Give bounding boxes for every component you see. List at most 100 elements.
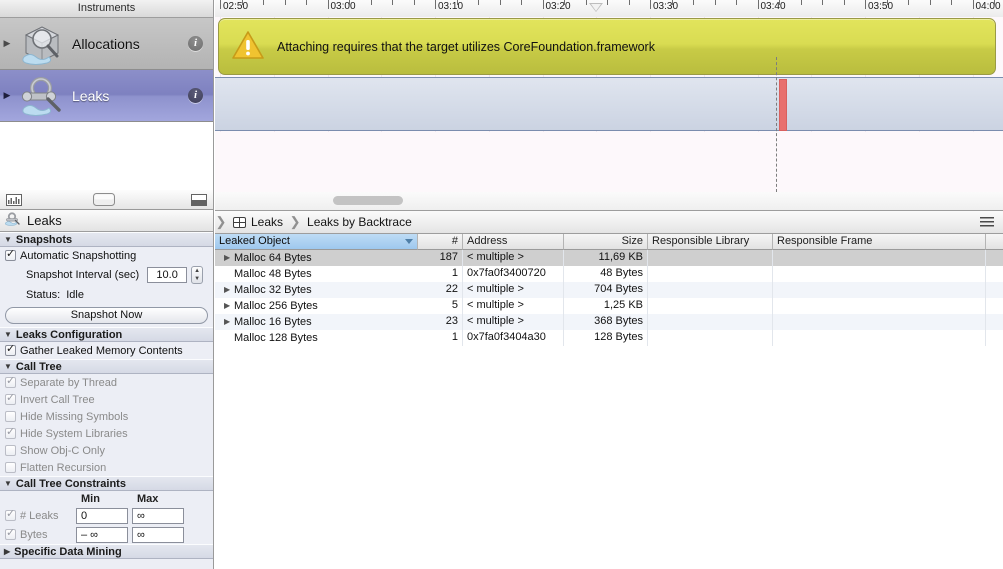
- timeline-scrollbar-thumb[interactable]: [333, 196, 403, 205]
- call-tree-option-invert-call-tree[interactable]: Invert Call Tree: [0, 391, 213, 408]
- row-disclosure-triangle-icon[interactable]: ▶: [224, 254, 234, 262]
- breadcrumb-item-leaks[interactable]: Leaks: [227, 211, 289, 233]
- call-tree-option-separate-by-thread[interactable]: Separate by Thread: [0, 374, 213, 391]
- table-row[interactable]: ▶ Malloc 16 Bytes 23 < multiple >368 Bytes: [215, 314, 1003, 330]
- row-disclosure-triangle-icon[interactable]: ▶: [224, 286, 234, 294]
- timeline-scrollbar[interactable]: [215, 192, 1003, 211]
- column-header-size[interactable]: Size: [564, 234, 648, 250]
- section-label: Specific Data Mining: [14, 545, 122, 558]
- stepper-up-icon[interactable]: ▲: [194, 268, 200, 274]
- timeline-ruler[interactable]: 02:50 03:00 03:10 03:20 03:30 03:40 03:50 04:00: [215, 0, 1003, 18]
- table-cell-library: [648, 298, 773, 314]
- leaks-track[interactable]: [215, 77, 1003, 131]
- table-cell-count: 22: [418, 282, 463, 298]
- ruler-minor-tick: [736, 0, 737, 5]
- call-tree-option-flatten-recursion[interactable]: Flatten Recursion: [0, 459, 213, 476]
- column-header-responsible-library[interactable]: Responsible Library: [648, 234, 773, 250]
- instruments-strip: [0, 190, 214, 210]
- table-row[interactable]: Malloc 128 Bytes 1 0x7fa0f3404a30 128 Bytes: [215, 330, 1003, 346]
- snapshot-now-button[interactable]: Snapshot Now: [5, 307, 208, 324]
- info-icon[interactable]: i: [188, 88, 203, 103]
- section-header-call-tree-constraints[interactable]: ▼ Call Tree Constraints: [0, 476, 213, 491]
- column-header-count[interactable]: #: [418, 234, 463, 250]
- table-row[interactable]: ▶ Malloc 256 Bytes 5 < multiple >1,25 KB: [215, 298, 1003, 314]
- ruler-minor-tick: [779, 0, 780, 5]
- table-cell-size: 368 Bytes: [564, 314, 648, 330]
- constraint-row-leaks: # Leaks 0 ∞: [0, 506, 213, 525]
- leaks-max-input[interactable]: ∞: [132, 507, 184, 524]
- hide-system-libraries-checkbox[interactable]: [5, 426, 16, 439]
- section-header-call-tree[interactable]: ▼ Call Tree: [0, 359, 213, 374]
- ruler-minor-tick: [284, 0, 286, 5]
- ruler-minor-tick: [499, 0, 501, 5]
- gather-leaked-memory-checkbox[interactable]: [5, 343, 16, 356]
- detail-pane-icon[interactable]: [191, 193, 207, 206]
- bytes-constraint-checkbox[interactable]: [5, 527, 16, 540]
- flatten-recursion-checkbox[interactable]: [5, 462, 16, 473]
- ruler-minor-tick: [714, 0, 716, 5]
- separate-by-thread-checkbox[interactable]: [5, 375, 16, 388]
- show-objc-only-checkbox[interactable]: [5, 445, 16, 456]
- table-cell-library: [648, 330, 773, 346]
- snapshot-interval-input[interactable]: 10.0: [147, 267, 188, 283]
- row-disclosure-triangle-icon[interactable]: ▶: [224, 318, 234, 326]
- row-disclosure-triangle-icon[interactable]: ▶: [224, 302, 234, 310]
- mini-graph-icon[interactable]: [6, 193, 22, 206]
- ruler-major-tick: [972, 0, 974, 9]
- snapshot-interval-stepper[interactable]: ▲ ▼: [191, 266, 204, 284]
- hamburger-icon[interactable]: [980, 217, 994, 227]
- table-cell-object: ▶ Malloc 256 Bytes: [215, 298, 418, 314]
- leaked-object-label: Malloc 16 Bytes: [234, 315, 312, 328]
- section-header-leaks-configuration[interactable]: ▼ Leaks Configuration: [0, 327, 213, 342]
- call-tree-option-hide-system-libraries[interactable]: Hide System Libraries: [0, 425, 213, 442]
- bytes-min-input[interactable]: – ∞: [76, 526, 128, 543]
- call-tree-option-show-objc-only[interactable]: Show Obj-C Only: [0, 442, 213, 459]
- invert-call-tree-checkbox[interactable]: [5, 392, 16, 405]
- table-row[interactable]: ▶ Malloc 64 Bytes 187 < multiple >11,69 KB: [215, 250, 1003, 266]
- disclosure-triangle-icon[interactable]: ▶: [0, 91, 14, 100]
- column-header-responsible-frame[interactable]: Responsible Frame: [773, 234, 986, 250]
- ruler-minor-tick: [370, 0, 372, 5]
- info-icon[interactable]: i: [188, 36, 203, 51]
- settings-title-label: Leaks: [27, 213, 62, 228]
- call-tree-option-hide-missing-symbols[interactable]: Hide Missing Symbols: [0, 408, 213, 425]
- ruler-tick-label: 02:50: [223, 1, 249, 12]
- stepper-down-icon[interactable]: ▼: [194, 276, 200, 282]
- section-label: Call Tree Constraints: [15, 477, 126, 490]
- warning-banner-text: Attaching requires that the target utili…: [277, 39, 655, 54]
- instrument-label: Leaks: [72, 87, 110, 104]
- instrument-row-allocations[interactable]: ▶ Allocations i: [0, 18, 213, 70]
- column-header-label: #: [451, 235, 458, 247]
- leaks-min-input[interactable]: 0: [76, 507, 128, 524]
- hide-missing-symbols-checkbox[interactable]: [5, 411, 16, 422]
- table-cell-spacer: [986, 330, 1003, 346]
- table-cell-address: < multiple >: [463, 298, 564, 314]
- bytes-max-input[interactable]: ∞: [132, 526, 184, 543]
- table-cell-spacer: [986, 298, 1003, 314]
- table-row[interactable]: Malloc 48 Bytes 1 0x7fa0f3400720 48 Bytes: [215, 266, 1003, 282]
- option-label: Flatten Recursion: [20, 461, 107, 474]
- table-cell-count: 5: [418, 298, 463, 314]
- constraints-min-header: Min: [81, 492, 100, 505]
- section-header-snapshots[interactable]: ▼ Snapshots: [0, 232, 213, 247]
- table-row[interactable]: ▶ Malloc 32 Bytes 22 < multiple >704 Bytes: [215, 282, 1003, 298]
- breadcrumb-item-leaks-by-backtrace[interactable]: Leaks by Backtrace: [301, 211, 418, 233]
- disclosure-triangle-icon[interactable]: ▶: [0, 39, 14, 48]
- automatic-snapshotting-row[interactable]: Automatic Snapshotting: [0, 247, 213, 264]
- ruler-minor-tick: [263, 0, 264, 5]
- gather-leaked-memory-row[interactable]: Gather Leaked Memory Contents: [0, 342, 213, 359]
- table-cell-count: 1: [418, 330, 463, 346]
- timeline-cursor-line: [776, 57, 777, 192]
- leak-event-marker[interactable]: [779, 79, 787, 131]
- playhead-marker-icon[interactable]: [588, 3, 603, 12]
- automatic-snapshotting-checkbox[interactable]: [5, 248, 16, 261]
- column-header-address[interactable]: Address: [463, 234, 564, 250]
- section-header-specific-data-mining[interactable]: ▶ Specific Data Mining: [0, 544, 213, 559]
- leaks-constraint-checkbox[interactable]: [5, 508, 16, 521]
- table-cell-library: [648, 314, 773, 330]
- table-cell-size: 11,69 KB: [564, 250, 648, 266]
- column-header-leaked-object[interactable]: Leaked Object: [215, 234, 418, 250]
- empty-track[interactable]: [215, 132, 1003, 192]
- track-height-icon[interactable]: [22, 193, 185, 206]
- instrument-row-leaks[interactable]: ▶ Leaks i: [0, 70, 213, 122]
